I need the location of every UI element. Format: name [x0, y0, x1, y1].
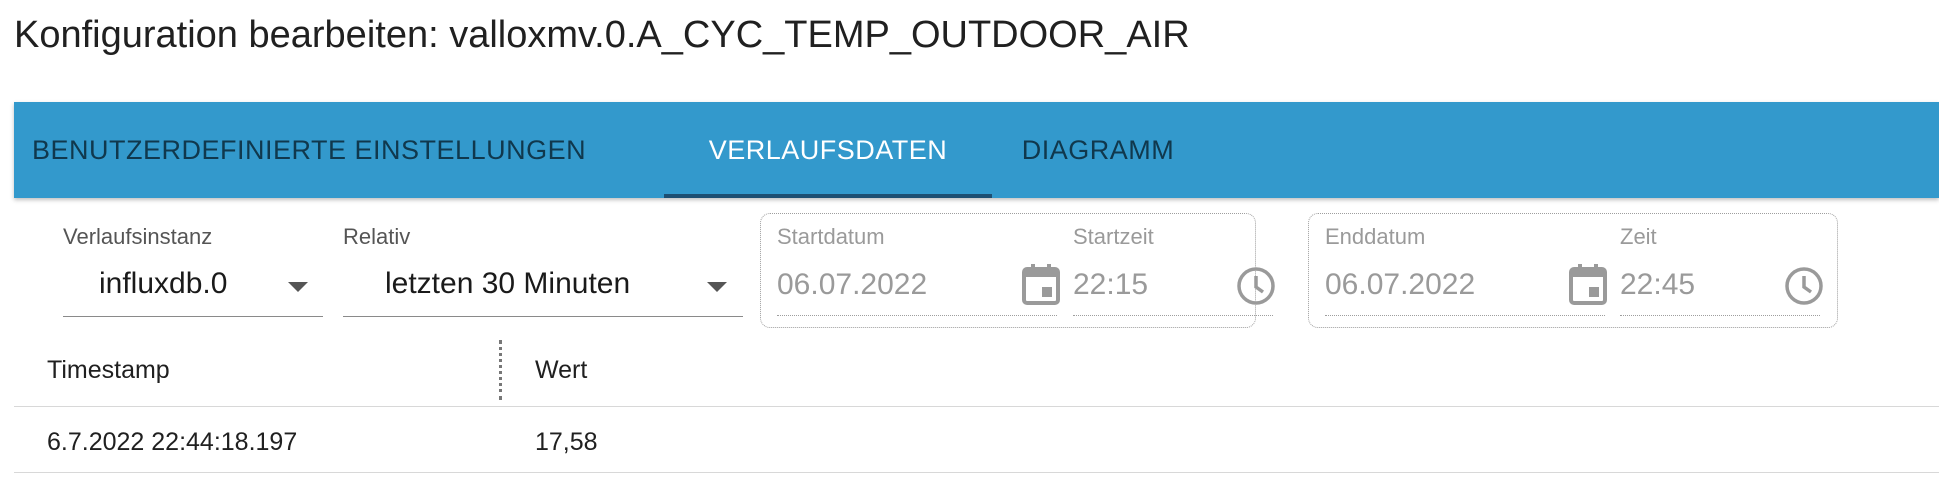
relative-underline	[343, 316, 743, 317]
end-time-underline	[1620, 315, 1820, 316]
start-date-underline	[777, 315, 1057, 316]
tab-history-data[interactable]: VERLAUFSDATEN	[664, 102, 992, 198]
clock-icon[interactable]	[1235, 265, 1277, 307]
calendar-icon[interactable]	[1569, 263, 1607, 305]
relative-value: letzten 30 Minuten	[385, 267, 631, 300]
caret-down-icon	[288, 282, 308, 292]
cell-value: 17,58	[535, 428, 598, 456]
caret-down-icon	[707, 282, 727, 292]
column-header-value[interactable]: Wert	[535, 356, 587, 385]
instance-underline	[63, 316, 323, 317]
end-date-underline	[1325, 315, 1605, 316]
header-divider	[14, 406, 1939, 407]
clock-icon[interactable]	[1783, 265, 1825, 307]
cell-timestamp: 6.7.2022 22:44:18.197	[47, 428, 298, 456]
column-header-timestamp[interactable]: Timestamp	[47, 356, 170, 385]
calendar-icon[interactable]	[1022, 263, 1060, 305]
tab-custom-settings[interactable]: BENUTZERDEFINIERTE EINSTELLUNGEN	[32, 102, 642, 198]
start-date-label: Startdatum	[777, 224, 885, 249]
page-title: Konfiguration bearbeiten: valloxmv.0.A_C…	[14, 14, 1190, 56]
end-date-label: Enddatum	[1325, 224, 1426, 249]
tab-bar: BENUTZERDEFINIERTE EINSTELLUNGEN VERLAUF…	[14, 102, 1939, 198]
end-time-input[interactable]: 22:45	[1620, 268, 1695, 302]
column-resize-handle[interactable]	[499, 340, 502, 400]
start-time-input[interactable]: 22:15	[1073, 268, 1148, 302]
start-date-input[interactable]: 06.07.2022	[777, 268, 927, 302]
tab-chart[interactable]: DIAGRAMM	[1008, 102, 1188, 198]
start-time-underline	[1073, 315, 1273, 316]
instance-label: Verlaufsinstanz	[63, 224, 213, 249]
end-time-label: Zeit	[1620, 224, 1657, 249]
instance-value: influxdb.0	[99, 267, 228, 300]
relative-label: Relativ	[343, 224, 411, 249]
start-time-label: Startzeit	[1073, 224, 1154, 249]
active-tab-indicator	[664, 194, 992, 198]
end-date-input[interactable]: 06.07.2022	[1325, 268, 1475, 302]
row-divider	[14, 472, 1939, 473]
